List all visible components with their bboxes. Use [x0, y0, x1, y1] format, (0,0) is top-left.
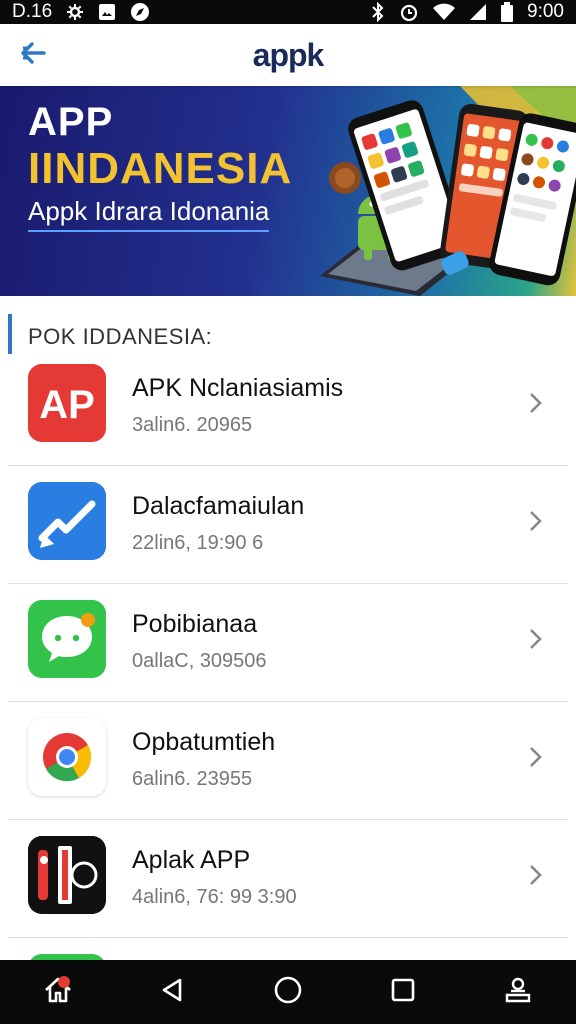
app-name: Opbatumtieh: [132, 728, 276, 756]
chat-bubble-icon: [28, 600, 106, 678]
back-triangle-icon: [160, 977, 186, 1008]
alarm-icon: [399, 2, 419, 22]
status-time-right: 9:00: [527, 1, 564, 22]
signal-icon: [469, 3, 487, 21]
banner-subtitle: Appk Idrara Idonania: [28, 196, 270, 232]
app-name: Dalacfamaiulan: [132, 492, 305, 520]
app-bar: appk: [0, 24, 576, 86]
app-title: appk: [252, 36, 325, 73]
gear-icon: [66, 3, 84, 21]
app-meta: 6alin6. 23955: [132, 768, 253, 790]
app-list-item[interactable]: Aplak APP 4alin6, 76: 99 3:90: [8, 820, 568, 938]
nav-home-circle-button[interactable]: [258, 962, 318, 1022]
nav-back-button[interactable]: [143, 962, 203, 1022]
app-list-panel: POK IDDANESIA: AP APK Nclaniasiamis 3ali…: [8, 296, 568, 960]
bluetooth-icon: [371, 2, 385, 22]
app-list-item[interactable]: Dalacfamaiulan 22lin6, 19:90 6: [8, 466, 568, 584]
status-left: D.16: [12, 1, 150, 23]
battery-icon: [501, 2, 514, 22]
app-name: Aplak APP: [132, 846, 251, 874]
notification-badge: [57, 976, 70, 988]
app-meta: 22lin6, 19:90 6: [132, 532, 264, 554]
app-list-item[interactable]: AP APK Nclaniasiamis 3alin6. 20965: [8, 348, 568, 466]
app-meta: 0allaC, 309506: [132, 650, 267, 672]
status-bar: D.16 9:00: [0, 0, 576, 24]
app-list-item[interactable]: Pobibianaa 0allaC, 309506: [8, 584, 568, 702]
section-title: POK IDDANESIA:: [28, 324, 213, 349]
home-circle-icon: [273, 975, 303, 1010]
status-right: 9:00: [371, 1, 564, 23]
app-list: AP APK Nclaniasiamis 3alin6. 20965 Dalac…: [8, 348, 568, 960]
chevron-right-icon: [530, 865, 542, 885]
app-meta: 4alin6, 76: 99 3:90: [132, 886, 297, 908]
banner-title-line2: IINDANESIA: [28, 144, 293, 193]
chevron-right-icon: [530, 511, 542, 531]
checkmark-pen-icon: [28, 482, 106, 560]
wifi-icon: [433, 3, 456, 21]
promo-banner[interactable]: APP IINDANESIA Appk Idrara Idonania: [0, 86, 576, 296]
user-desk-icon: [503, 975, 533, 1010]
svg-text:AP: AP: [39, 383, 95, 427]
back-arrow-icon: [20, 41, 46, 69]
compass-icon: [130, 2, 150, 22]
nav-recents-button[interactable]: [373, 962, 433, 1022]
app-list-item[interactable]: Opbatumtieh 6alin6. 23955: [8, 702, 568, 820]
system-nav-bar: [0, 960, 576, 1024]
chevron-right-icon: [530, 629, 542, 649]
recents-square-icon: [390, 977, 416, 1008]
banner-title-line1: APP: [28, 100, 114, 144]
chevron-right-icon: [530, 747, 542, 767]
black-red-logo-icon: [28, 836, 106, 914]
image-icon: [98, 3, 116, 21]
ap-logo-icon: AP: [28, 364, 106, 442]
back-button[interactable]: [0, 24, 66, 86]
phones-illustration: [320, 86, 576, 296]
chrome-icon: [28, 718, 106, 796]
app-name: APK Nclaniasiamis: [132, 374, 344, 402]
status-time-left: D.16: [12, 1, 53, 22]
nav-profile-button[interactable]: [488, 962, 548, 1022]
app-name: Pobibianaa: [132, 610, 258, 638]
app-list-item-partial[interactable]: [8, 938, 568, 960]
chevron-right-icon: [530, 393, 542, 413]
app-meta: 3alin6. 20965: [132, 414, 253, 436]
nav-home-button[interactable]: [28, 962, 88, 1022]
